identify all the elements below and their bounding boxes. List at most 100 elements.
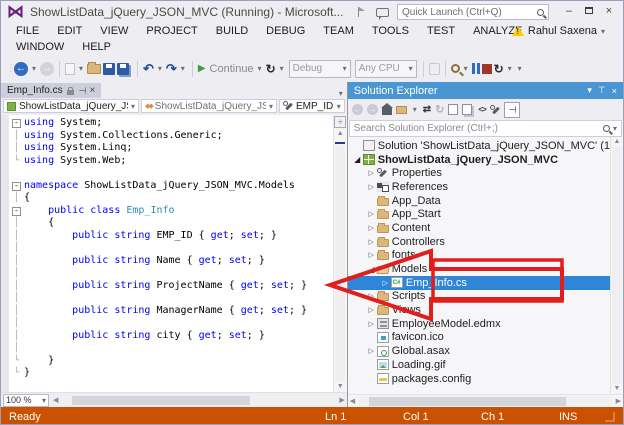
expander-collapsed-icon[interactable]: ▷ — [366, 224, 377, 232]
find-icon[interactable] — [450, 64, 460, 73]
code-view-icon[interactable]: <> — [478, 102, 486, 118]
tree-item-fonts[interactable]: ▷ fonts — [348, 249, 610, 263]
tree-item-models[interactable]: ◢ Models — [348, 262, 610, 276]
menu-team[interactable]: TEAM — [314, 23, 363, 39]
tree-horizontal-scrollbar[interactable]: ◀ ▶ — [347, 394, 623, 407]
debug-configuration-dropdown[interactable]: Debug ▾ — [288, 59, 351, 78]
restart-app-icon[interactable]: ↻ — [494, 62, 504, 76]
expander-expanded-icon[interactable]: ◢ — [366, 265, 377, 274]
menu-build[interactable]: BUILD — [207, 23, 257, 39]
redo-icon[interactable]: ↷ — [166, 61, 177, 77]
quick-launch-input[interactable]: Quick Launch (Ctrl+Q) — [397, 4, 549, 20]
restart-icon[interactable]: ↻ — [266, 62, 276, 76]
expander-collapsed-icon[interactable]: ▷ — [380, 279, 391, 287]
menu-project[interactable]: PROJECT — [137, 23, 206, 39]
se-back-icon[interactable]: ← — [351, 102, 363, 118]
se-forward-icon[interactable]: → — [366, 102, 378, 118]
minimize-button[interactable]: – — [559, 4, 579, 20]
project-dropdown[interactable]: ShowListData_jQuery_JS ▾ — [3, 99, 139, 113]
chevron-down-icon[interactable]: ▾ — [179, 60, 187, 78]
zoom-level-dropdown[interactable]: 100 % ▾ — [3, 393, 49, 407]
menu-tools[interactable]: TOOLS — [363, 23, 418, 39]
chevron-down-icon[interactable]: ▾ — [516, 60, 524, 78]
scroll-left-icon[interactable]: ◀ — [51, 396, 60, 404]
menu-file[interactable]: FILE — [7, 23, 48, 39]
maximize-button[interactable] — [579, 4, 599, 20]
expander-expanded-icon[interactable]: ◢ — [352, 155, 363, 164]
menu-window[interactable]: WINDOW — [7, 39, 73, 55]
scroll-down-icon[interactable]: ▼ — [614, 384, 621, 394]
home-icon[interactable] — [380, 102, 393, 118]
pin-tab-icon[interactable]: ⊤ — [76, 87, 87, 95]
type-dropdown[interactable]: ◆◆ ShowListData_jQuery_JS ▾ — [141, 99, 277, 113]
menu-view[interactable]: VIEW — [91, 23, 137, 39]
stop-debug-icon[interactable] — [481, 63, 492, 74]
expander-collapsed-icon[interactable]: ▷ — [366, 183, 377, 191]
solution-platform-dropdown[interactable]: Any CPU ▾ — [354, 59, 417, 78]
editor-vertical-scrollbar[interactable]: ÷ ▲ ▼ — [332, 115, 347, 392]
fold-margin[interactable]: - — [9, 117, 24, 130]
window-position-dropdown-icon[interactable]: ▾ — [587, 85, 592, 96]
scroll-right-icon[interactable]: ▶ — [337, 396, 346, 404]
scroll-down-icon[interactable]: ▼ — [337, 382, 344, 392]
scrollbar-track[interactable] — [612, 147, 622, 384]
tree-item-app-start[interactable]: ▷ App_Start — [348, 207, 610, 221]
account-menu[interactable]: Rahul Saxena ▾ — [511, 25, 605, 37]
expander-collapsed-icon[interactable]: ▷ — [366, 320, 377, 328]
menu-test[interactable]: TEST — [418, 23, 464, 39]
pin-pressed-icon[interactable]: ⊤ — [503, 101, 520, 118]
attach-process-icon[interactable] — [428, 62, 440, 75]
expander-collapsed-icon[interactable]: ▷ — [366, 238, 377, 246]
expander-collapsed-icon[interactable]: ▷ — [366, 306, 377, 314]
editor-splitter-handle[interactable]: ÷ — [334, 116, 347, 128]
chevron-down-icon[interactable]: ▾ — [256, 60, 264, 78]
tree-item-app-data[interactable]: App_Data — [348, 194, 610, 208]
nav-forward-icon[interactable]: → — [40, 61, 54, 76]
save-icon[interactable] — [103, 62, 115, 75]
fold-margin[interactable]: - — [9, 180, 24, 193]
tree-item-solution-showlistdata-jquery-json-mvc-1[interactable]: Solution 'ShowListData_jQuery_JSON_MVC' … — [348, 139, 610, 153]
new-file-icon[interactable] — [65, 62, 75, 75]
expander-collapsed-icon[interactable]: ▷ — [366, 292, 377, 300]
tree-item-loading-gif[interactable]: Loading.gif — [348, 358, 610, 372]
tree-item-packages-config[interactable]: packages.config — [348, 372, 610, 386]
close-panel-icon[interactable]: × — [612, 86, 617, 96]
continue-play-icon[interactable]: ▶ — [198, 63, 206, 74]
member-dropdown[interactable]: EMP_ID ▾ — [279, 99, 345, 113]
tree-item-views[interactable]: ▷ Views — [348, 303, 610, 317]
tree-item-employeemodel-edmx[interactable]: ▷ EmployeeModel.edmx — [348, 317, 610, 331]
scroll-left-icon[interactable]: ◀ — [348, 397, 357, 405]
scroll-up-icon[interactable]: ▲ — [337, 129, 344, 139]
chevron-down-icon[interactable]: ▾ — [156, 60, 164, 78]
expander-collapsed-icon[interactable]: ▷ — [366, 169, 377, 177]
scroll-right-icon[interactable]: ▶ — [614, 397, 623, 405]
tree-item-content[interactable]: ▷ Content — [348, 221, 610, 235]
save-all-icon[interactable] — [117, 62, 129, 75]
chevron-down-icon[interactable]: ▾ — [411, 102, 419, 118]
menu-debug[interactable]: DEBUG — [257, 23, 314, 39]
tab-emp-info-cs[interactable]: Emp_Info.cs ⊤ × — [1, 83, 102, 98]
collapse-all-icon[interactable] — [395, 102, 407, 118]
notifications-flag-icon[interactable] — [357, 7, 366, 17]
resize-grip[interactable] — [605, 412, 615, 422]
feedback-icon[interactable] — [376, 7, 389, 20]
auto-hide-pin-icon[interactable]: ⊤ — [598, 85, 606, 96]
fold-margin[interactable]: - — [9, 205, 24, 218]
properties-page-icon[interactable] — [448, 102, 459, 118]
chevron-down-icon[interactable]: ▾ — [77, 60, 85, 78]
code-editor[interactable]: - using System; │ using System.Collections.… — [9, 115, 333, 392]
close-button[interactable]: × — [599, 4, 619, 20]
undo-icon[interactable]: ↶ — [143, 61, 154, 77]
tree-item-controllers[interactable]: ▷ Controllers — [348, 235, 610, 249]
break-all-icon[interactable] — [471, 63, 480, 74]
scroll-up-icon[interactable]: ▲ — [614, 137, 621, 147]
chevron-down-icon[interactable]: ▾ — [278, 60, 286, 78]
editor-horizontal-scrollbar[interactable] — [62, 394, 336, 406]
tab-list-dropdown-icon[interactable]: ▾ — [335, 89, 347, 98]
tree-item-global-asax[interactable]: ▷ Global.asax — [348, 344, 610, 358]
chevron-down-icon[interactable]: ▾ — [30, 60, 38, 78]
sync-active-icon[interactable]: ⇄ — [423, 102, 431, 118]
menu-help[interactable]: HELP — [73, 39, 120, 55]
tree-item-references[interactable]: ▷ References — [348, 180, 610, 194]
tree-item-showlistdata-jquery-json-mvc[interactable]: ◢ ShowListData_jQuery_JSON_MVC — [348, 153, 610, 167]
